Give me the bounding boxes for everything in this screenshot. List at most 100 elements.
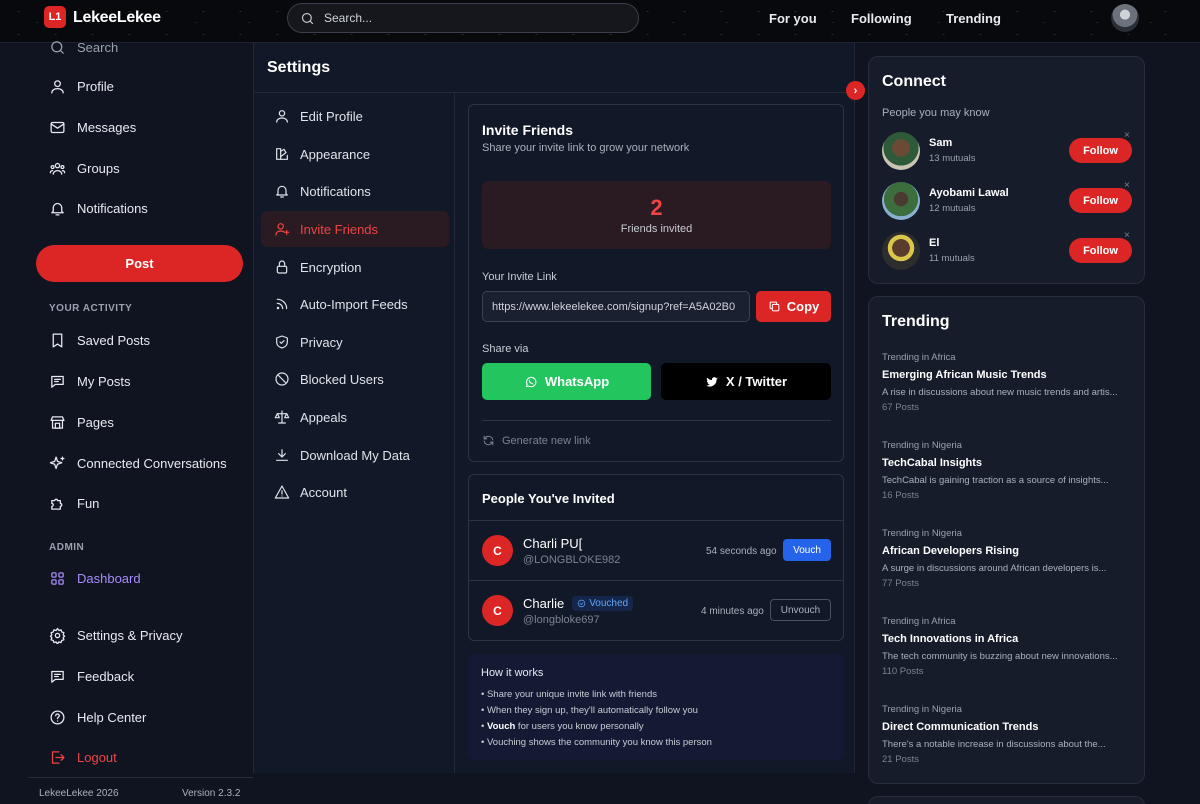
sidebar-item-my-posts[interactable]: My Posts xyxy=(49,371,130,391)
trending-item[interactable]: Trending in Nigeria TechCabal Insights T… xyxy=(882,440,1132,501)
sidebar-item-label: Fun xyxy=(77,495,100,511)
check-circle-icon xyxy=(577,599,586,608)
search-input[interactable]: Search... xyxy=(287,3,639,33)
trending-description: There's a notable increase in discussion… xyxy=(882,739,1106,750)
sidebar-item-feedback[interactable]: Feedback xyxy=(49,666,134,686)
trending-item[interactable]: Trending in Nigeria African Developers R… xyxy=(882,528,1132,589)
sidebar-footer: LekeeLekee 2026 Version 2.3.2 xyxy=(28,777,253,804)
settings-item-label: Appearance xyxy=(300,146,371,162)
settings-content: Invite Friends Share your invite link to… xyxy=(455,93,854,773)
settings-item-label: Notifications xyxy=(300,183,371,199)
invite-link-field[interactable]: https://www.lekeelekee.com/signup?ref=A5… xyxy=(482,291,750,322)
sidebar-item-groups[interactable]: Groups xyxy=(49,158,120,178)
settings-item-invite-friends[interactable]: Invite Friends xyxy=(261,211,449,247)
dismiss-icon[interactable]: × xyxy=(1124,230,1130,241)
avatar[interactable] xyxy=(882,182,920,220)
settings-item-edit-profile[interactable]: Edit Profile xyxy=(261,98,449,134)
settings-item-appearance[interactable]: Appearance xyxy=(261,136,449,172)
avatar[interactable] xyxy=(882,132,920,170)
invited-row[interactable]: C Charli PU[ @LONGBLOKE982 54 seconds ag… xyxy=(469,520,843,580)
invited-row[interactable]: C Charlie Vouched @longbloke697 4 minute… xyxy=(469,580,843,640)
generate-link-button[interactable]: Generate new link xyxy=(482,420,831,447)
settings-item-download-data[interactable]: Download My Data xyxy=(261,437,449,473)
bell-icon xyxy=(51,202,64,216)
refresh-icon xyxy=(483,435,494,446)
user-plus-icon xyxy=(275,223,290,236)
follow-button[interactable]: Follow xyxy=(1069,188,1132,213)
unvouch-button[interactable]: Unvouch xyxy=(770,599,831,621)
gear-icon xyxy=(49,627,66,644)
sidebar-item-profile[interactable]: Profile xyxy=(49,76,114,96)
block-icon xyxy=(275,372,289,386)
user-icon xyxy=(276,110,288,123)
settings-item-appeals[interactable]: Appeals xyxy=(261,399,449,435)
follow-button[interactable]: Follow xyxy=(1069,138,1132,163)
copy-button[interactable]: Copy xyxy=(756,291,831,322)
dismiss-icon[interactable]: × xyxy=(1124,130,1130,141)
version-text: Version 2.3.2 xyxy=(182,788,241,799)
sidebar-item-label: Saved Posts xyxy=(77,332,150,348)
sidebar-item-pages[interactable]: Pages xyxy=(49,412,114,432)
sidebar-item-dashboard[interactable]: Dashboard xyxy=(49,568,141,588)
suggestion-name[interactable]: Ayobami Lawal xyxy=(929,187,1009,199)
settings-item-encryption[interactable]: Encryption xyxy=(261,249,449,285)
twitter-share-button[interactable]: X / Twitter xyxy=(661,363,831,400)
trending-topic[interactable]: Emerging African Music Trends xyxy=(882,369,1132,381)
sidebar-item-search[interactable]: Search xyxy=(49,37,118,57)
settings-item-account[interactable]: Account xyxy=(261,474,449,510)
trending-category: Trending in Africa xyxy=(882,616,956,627)
generate-link-label: Generate new link xyxy=(502,434,591,447)
sidebar-item-label: Logout xyxy=(77,749,117,765)
settings-item-notifications[interactable]: Notifications xyxy=(261,173,449,209)
trending-item[interactable]: Trending in Nigeria Direct Communication… xyxy=(882,704,1132,765)
settings-item-blocked-users[interactable]: Blocked Users xyxy=(261,361,449,397)
logout-icon xyxy=(51,750,65,764)
whatsapp-share-button[interactable]: WhatsApp xyxy=(482,363,651,400)
suggestion-item[interactable]: El 11 mutuals Follow × xyxy=(882,230,1132,272)
chevron-right-icon[interactable]: › xyxy=(846,81,865,100)
trending-topic[interactable]: Direct Communication Trends xyxy=(882,721,1132,733)
shield-icon xyxy=(276,335,288,349)
invite-subtitle: Share your invite link to grow your netw… xyxy=(482,142,690,154)
topnav-for-you[interactable]: For you xyxy=(769,11,817,26)
trending-topic[interactable]: TechCabal Insights xyxy=(882,457,1132,469)
trending-item[interactable]: Trending in Africa Tech Innovations in A… xyxy=(882,616,1132,677)
sidebar-item-settings[interactable]: Settings & Privacy xyxy=(49,625,183,645)
suggestion-item[interactable]: Ayobami Lawal 12 mutuals Follow × xyxy=(882,180,1132,222)
palette-icon xyxy=(276,148,288,160)
trending-description: TechCabal is gaining traction as a sourc… xyxy=(882,475,1109,486)
app-logo[interactable]: L1 xyxy=(44,6,66,28)
sidebar-item-connected-conversations[interactable]: Connected Conversations xyxy=(49,453,227,473)
dismiss-icon[interactable]: × xyxy=(1124,180,1130,191)
grid-icon xyxy=(51,571,64,585)
vouched-badge: Vouched xyxy=(572,596,634,611)
topnav-following[interactable]: Following xyxy=(851,11,912,26)
suggestion-name[interactable]: El xyxy=(929,237,939,249)
twitter-icon xyxy=(706,376,718,387)
settings-item-auto-import-feeds[interactable]: Auto-Import Feeds xyxy=(261,286,449,322)
brand-name[interactable]: LekeeLekee xyxy=(73,9,161,27)
post-button[interactable]: Post xyxy=(36,245,243,282)
vouch-button[interactable]: Vouch xyxy=(783,539,831,561)
sidebar-item-help-center[interactable]: Help Center xyxy=(49,707,146,727)
suggestion-mutuals: 12 mutuals xyxy=(929,203,976,214)
follow-button[interactable]: Follow xyxy=(1069,238,1132,263)
topnav-trending[interactable]: Trending xyxy=(946,11,1001,26)
sidebar-item-logout[interactable]: Logout xyxy=(49,747,117,767)
suggestion-item[interactable]: Sam 13 mutuals Follow × xyxy=(882,130,1132,172)
settings-item-privacy[interactable]: Privacy xyxy=(261,324,449,360)
sidebar-item-notifications[interactable]: Notifications xyxy=(49,198,148,218)
trending-topic[interactable]: African Developers Rising xyxy=(882,545,1132,557)
sidebar-item-messages[interactable]: Messages xyxy=(49,117,136,137)
trending-item[interactable]: Trending in Africa Emerging African Musi… xyxy=(882,352,1132,413)
how-item: • When they sign up, they'll automatical… xyxy=(481,705,698,716)
avatar[interactable] xyxy=(882,232,920,270)
invite-count: 2 xyxy=(650,195,663,220)
settings-item-label: Encryption xyxy=(300,259,362,275)
suggestion-name[interactable]: Sam xyxy=(929,137,952,149)
sidebar-item-fun[interactable]: Fun xyxy=(49,493,99,513)
trending-topic[interactable]: Tech Innovations in Africa xyxy=(882,633,1132,645)
user-avatar[interactable] xyxy=(1111,4,1139,32)
invite-link-label: Your Invite Link xyxy=(482,271,557,283)
sidebar-item-saved-posts[interactable]: Saved Posts xyxy=(49,330,150,350)
